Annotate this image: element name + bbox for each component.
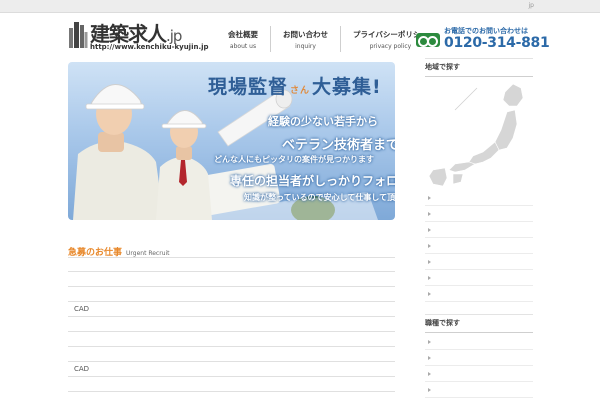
- hero-line-3: どんな人にもピッタリの案件が見つかります: [214, 155, 374, 164]
- job-type-search-heading: 職種で探す: [425, 314, 533, 333]
- list-item[interactable]: [68, 377, 395, 392]
- list-item[interactable]: [68, 272, 395, 287]
- site-logo[interactable]: 建築求人.jp http://www.kenchiku-kyujin.jp: [68, 18, 209, 52]
- urgent-recruit-list: CAD CAD: [68, 257, 395, 392]
- list-item[interactable]: [425, 382, 533, 398]
- list-item[interactable]: CAD: [68, 362, 395, 377]
- free-dial-icon: [416, 33, 440, 47]
- logo-url: http://www.kenchiku-kyujin.jp: [90, 43, 209, 51]
- list-item[interactable]: [425, 334, 533, 350]
- list-item[interactable]: [68, 347, 395, 362]
- region-list: [425, 190, 533, 302]
- region-search-heading: 地域で探す: [425, 58, 533, 77]
- top-bar: jp: [0, 0, 600, 13]
- list-item[interactable]: [425, 366, 533, 382]
- nav-inquiry-sub: inquiry: [295, 42, 316, 50]
- list-item[interactable]: CAD: [68, 302, 395, 317]
- nav-about-sub: about us: [229, 42, 257, 50]
- language-link[interactable]: jp: [529, 2, 534, 9]
- hero-line-5: 知識が整っているので安心して仕事して頂けます!: [244, 193, 395, 202]
- phone-contact[interactable]: お電話でのお問い合わせは 0120-314-881: [416, 26, 550, 52]
- hero-line-2: ベテラン技術者まで: [282, 138, 395, 153]
- hero-headline-san: さん: [290, 86, 311, 96]
- urgent-title-en: Urgent Recruit: [126, 250, 170, 257]
- list-item[interactable]: [68, 317, 395, 332]
- list-item[interactable]: [425, 286, 533, 302]
- list-item[interactable]: [68, 257, 395, 272]
- phone-number[interactable]: 0120-314-881: [444, 35, 550, 51]
- list-item[interactable]: [425, 190, 533, 206]
- building-logo-icon: [69, 22, 88, 48]
- list-item[interactable]: [425, 206, 533, 222]
- nav-inquiry-label: お問い合わせ: [283, 29, 328, 39]
- japan-map[interactable]: [425, 78, 533, 188]
- list-item[interactable]: [68, 287, 395, 302]
- list-item[interactable]: [425, 238, 533, 254]
- global-nav: 会社概要 about us お問い合わせ inquiry プライバシーポリシー …: [216, 26, 440, 52]
- nav-about-label: 会社概要: [228, 29, 258, 39]
- nav-about[interactable]: 会社概要 about us: [216, 26, 270, 52]
- list-item[interactable]: [425, 222, 533, 238]
- list-item[interactable]: [425, 254, 533, 270]
- nav-inquiry[interactable]: お問い合わせ inquiry: [270, 26, 340, 52]
- list-item[interactable]: [425, 350, 533, 366]
- list-item[interactable]: [68, 332, 395, 347]
- hero-line-4: 専任の担当者がしっかりフォロー: [230, 174, 395, 188]
- hero-banner[interactable]: 現場監督 さん 大募集! 経験の少ない若手から ベテラン技術者まで どんな人にもピッ…: [68, 62, 395, 220]
- hero-line-1: 経験の少ない若手から: [268, 115, 378, 128]
- list-item[interactable]: [425, 270, 533, 286]
- job-type-list: [425, 334, 533, 398]
- hero-headline: 現場監督 さん 大募集!: [208, 76, 382, 98]
